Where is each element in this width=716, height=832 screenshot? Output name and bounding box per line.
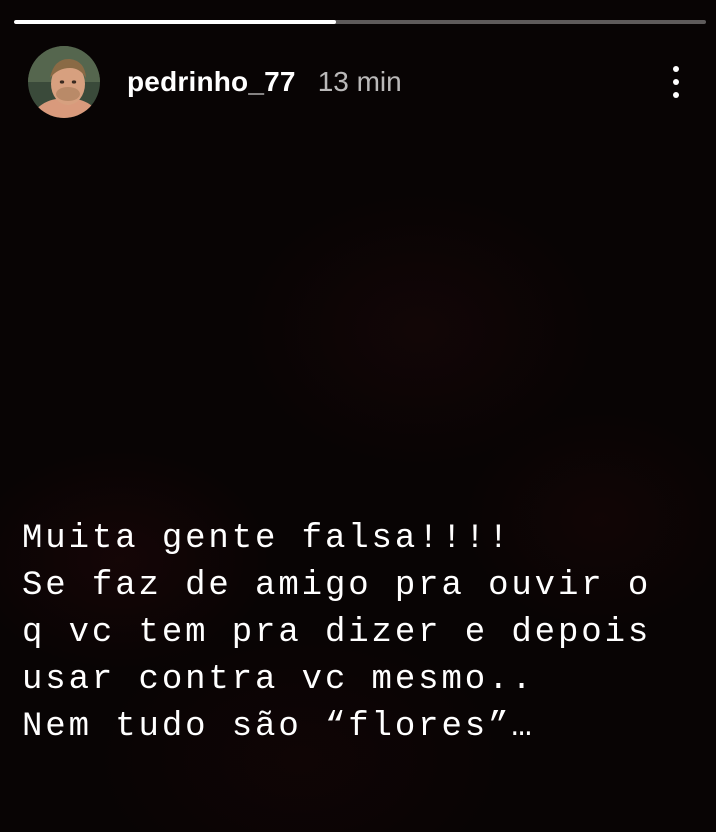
story-text-line: Muita gente falsa!!!! — [22, 520, 512, 558]
story-progress-fill — [14, 20, 336, 24]
story-viewer[interactable]: pedrinho_77 13 min Muita gente falsa!!!!… — [0, 0, 716, 832]
story-text-line: usar contra vc mesmo.. — [22, 661, 535, 699]
profile-photo — [28, 46, 100, 118]
story-text-line: q vc tem pra dizer e depois — [22, 614, 652, 652]
more-options-button[interactable] — [664, 59, 688, 105]
story-caption: Muita gente falsa!!!! Se faz de amigo pr… — [22, 516, 712, 751]
story-text-line: Se faz de amigo pra ouvir o — [22, 567, 652, 605]
more-vertical-icon — [673, 66, 679, 98]
story-progress-bar — [14, 20, 706, 24]
avatar[interactable] — [28, 46, 100, 118]
story-username[interactable]: pedrinho_77 — [127, 66, 296, 98]
story-text-line: Nem tudo são “flores”… — [22, 708, 535, 746]
story-timestamp: 13 min — [317, 66, 402, 97]
story-header: pedrinho_77 13 min — [28, 46, 688, 118]
